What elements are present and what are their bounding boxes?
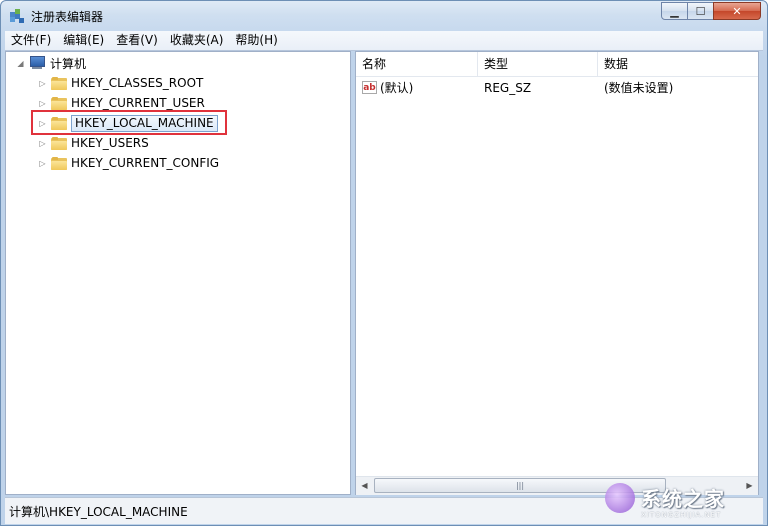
menu-bar: 文件(F) 编辑(E) 查看(V) 收藏夹(A) 帮助(H) <box>5 31 763 51</box>
window-controls: ▁ ☐ ✕ <box>661 2 761 20</box>
tree-item-hkey-current-config[interactable]: ▷ HKEY_CURRENT_CONFIG <box>38 154 219 172</box>
value-name: (默认) <box>380 81 414 95</box>
menu-view[interactable]: 查看(V) <box>110 31 164 50</box>
value-type: REG_SZ <box>484 81 532 95</box>
tree-item-label: HKEY_CURRENT_CONFIG <box>71 156 220 170</box>
watermark-logo-icon <box>605 483 635 513</box>
tree-item-label: HKEY_CURRENT_USER <box>71 96 205 110</box>
expand-arrow-icon[interactable]: ▷ <box>38 139 47 148</box>
minimize-icon: ▁ <box>670 4 679 18</box>
scroll-left-icon[interactable]: ◀ <box>356 477 373 494</box>
menu-help[interactable]: 帮助(H) <box>229 31 283 50</box>
values-pane[interactable]: 名称 类型 数据 ab (默认) REG_SZ (数值未设置) ◀ ||| ▶ <box>355 51 759 495</box>
column-header-type[interactable]: 类型 <box>478 52 598 76</box>
folder-icon <box>51 156 67 170</box>
tree-root-computer[interactable]: ◢ 计算机 <box>16 54 86 72</box>
expand-arrow-icon[interactable]: ▷ <box>38 159 47 168</box>
expand-arrow-icon[interactable]: ▷ <box>38 99 47 108</box>
menu-favorites[interactable]: 收藏夹(A) <box>164 31 230 50</box>
expand-arrow-icon[interactable]: ▷ <box>38 79 47 88</box>
registry-editor-window: 注册表编辑器 ▁ ☐ ✕ 文件(F) 编辑(E) 查看(V) 收藏夹(A) 帮助… <box>0 0 768 526</box>
folder-icon <box>51 96 67 110</box>
maximize-icon: ☐ <box>695 4 706 18</box>
site-watermark: 系统之家 XITONGZHIJIA.NET <box>601 477 765 525</box>
column-header-name[interactable]: 名称 <box>356 52 478 76</box>
collapse-arrow-icon[interactable]: ◢ <box>16 59 25 68</box>
menu-edit[interactable]: 编辑(E) <box>57 31 110 50</box>
header-divider <box>356 76 758 77</box>
folder-icon <box>51 136 67 150</box>
watermark-text: 系统之家 <box>641 487 725 511</box>
tree-item-label: HKEY_CLASSES_ROOT <box>71 76 204 90</box>
tree-item-hkey-classes-root[interactable]: ▷ HKEY_CLASSES_ROOT <box>38 74 203 92</box>
tree-item-label: HKEY_USERS <box>71 136 149 150</box>
computer-icon <box>29 56 45 70</box>
menu-file[interactable]: 文件(F) <box>5 31 57 50</box>
minimize-button[interactable]: ▁ <box>661 2 688 20</box>
title-bar[interactable]: 注册表编辑器 ▁ ☐ ✕ <box>1 1 767 31</box>
close-button[interactable]: ✕ <box>713 2 761 20</box>
folder-icon <box>51 76 67 90</box>
tree-item-hkey-users[interactable]: ▷ HKEY_USERS <box>38 134 149 152</box>
regedit-app-icon <box>10 9 24 23</box>
watermark-subtext: XITONGZHIJIA.NET <box>641 511 722 519</box>
status-path: 计算机\HKEY_LOCAL_MACHINE <box>9 505 188 519</box>
maximize-button[interactable]: ☐ <box>687 2 714 20</box>
close-icon: ✕ <box>732 4 742 18</box>
red-highlight-box <box>31 110 227 135</box>
window-title: 注册表编辑器 <box>31 10 104 24</box>
string-value-icon: ab <box>362 81 377 94</box>
tree-root-label: 计算机 <box>50 56 87 71</box>
value-data: (数值未设置) <box>604 81 674 95</box>
column-header-data[interactable]: 数据 <box>598 52 758 76</box>
